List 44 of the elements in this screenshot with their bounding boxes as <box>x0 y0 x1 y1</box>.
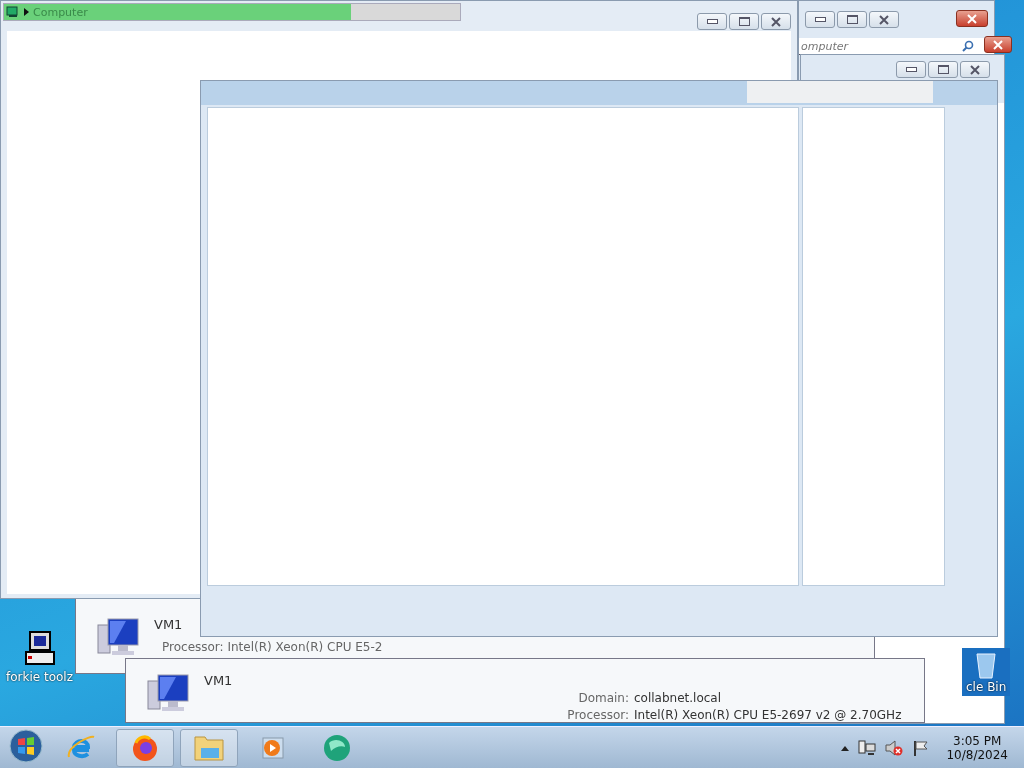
computer-icon <box>96 617 142 657</box>
clock[interactable]: 3:05 PM 10/8/2024 <box>936 733 1024 762</box>
speaker-muted-icon[interactable] <box>884 738 905 757</box>
desktop-shortcut[interactable]: forkie toolz <box>6 630 73 684</box>
close-icon <box>878 14 890 25</box>
clock-time: 3:05 PM <box>953 733 1002 748</box>
minimize-button[interactable] <box>805 11 835 28</box>
computer-icon <box>6 6 20 18</box>
recycle-bin-icon <box>974 650 999 680</box>
close-icon <box>992 39 1004 50</box>
network-icon[interactable] <box>858 738 877 757</box>
close-button[interactable] <box>869 11 899 28</box>
fox-browser-icon <box>130 732 160 763</box>
maximize-button[interactable] <box>928 61 958 78</box>
computer-name: VM1 <box>154 617 184 632</box>
address-text: Computer <box>33 5 88 19</box>
flag-icon[interactable] <box>912 738 931 757</box>
detail-label: Processor: <box>566 708 629 722</box>
shortcut-label: cle Bin <box>966 680 1007 694</box>
address-text: omputer <box>801 39 848 53</box>
close-icon <box>969 64 981 75</box>
close-icon <box>966 13 978 24</box>
detail-label: Processor: Intel(R) Xeon(R) CPU E5-2 <box>162 640 383 654</box>
globe-app-icon <box>321 732 353 763</box>
minimize-button[interactable] <box>697 13 727 30</box>
computer-name: VM1 <box>204 673 234 688</box>
search-icon[interactable] <box>962 40 974 52</box>
minimize-button[interactable] <box>896 61 926 78</box>
close-button[interactable] <box>956 10 988 27</box>
breadcrumb-arrow-icon <box>24 8 29 16</box>
detail-value: collabnet.local <box>634 691 723 705</box>
maximize-button[interactable] <box>729 13 759 30</box>
close-button[interactable] <box>761 13 791 30</box>
taskbar-button[interactable] <box>116 728 174 767</box>
detail-value: Intel(R) Xeon(R) CPU E5-2697 v2 @ 2.70GHz <box>634 708 903 722</box>
computer-icon <box>146 673 192 713</box>
close-icon <box>770 16 782 27</box>
clock-date: 10/8/2024 <box>946 747 1008 762</box>
close-button[interactable] <box>960 61 990 78</box>
desktop-shortcut[interactable]: cle Bin <box>962 648 1011 696</box>
detail-label: Domain: <box>577 691 629 705</box>
close-button[interactable] <box>984 36 1012 53</box>
shortcut-label: forkie toolz <box>6 670 73 684</box>
maximize-button[interactable] <box>837 11 867 28</box>
